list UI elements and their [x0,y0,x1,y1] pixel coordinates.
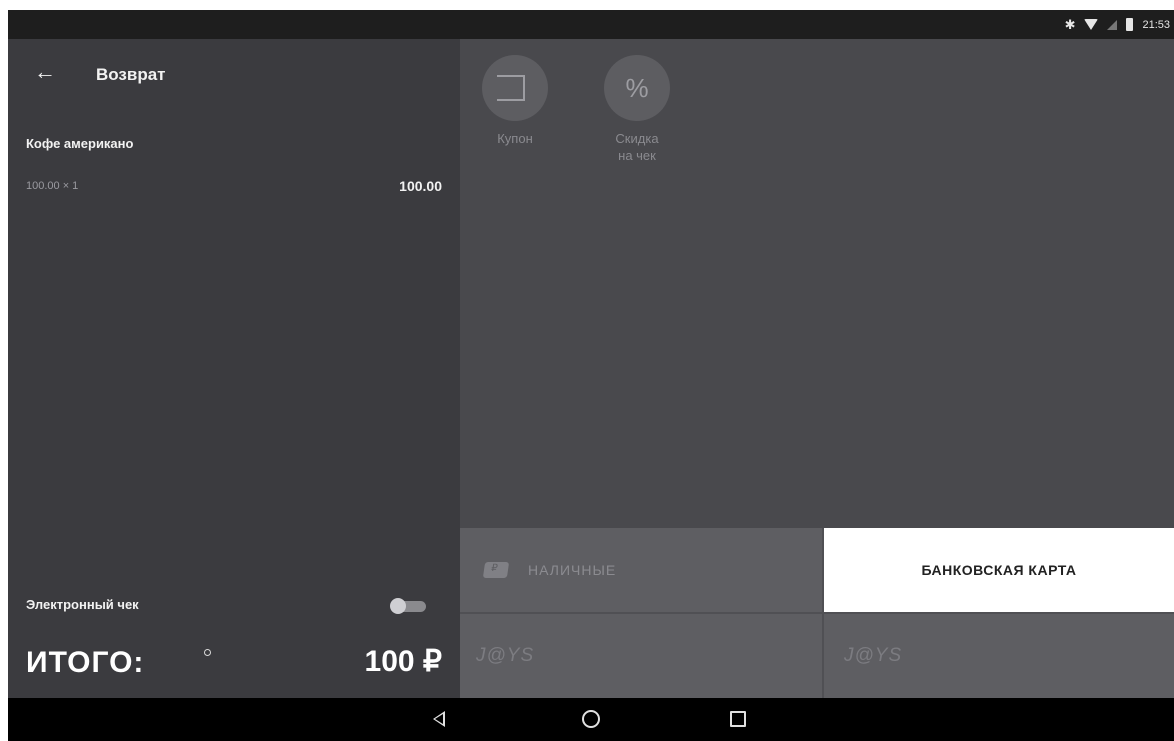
cash-payment-button[interactable]: НАЛИЧНЫЕ [460,528,822,612]
nav-recent-apps-icon[interactable] [730,711,746,727]
coupon-label: Купон [497,131,533,146]
coupon-icon [497,75,525,101]
battery-icon [1126,18,1134,31]
receipt-discount-button[interactable]: % Скидка на чек [604,55,670,164]
cash-label: НАЛИЧНЫЕ [528,562,617,578]
toggle-knob [390,598,406,614]
status-bar: ✱ 21:53 [8,10,1174,39]
discount-label-line-2: на чек [618,148,656,163]
actions-panel: Купон % Скидка на чек [460,39,1174,528]
item-total: 100.00 [399,178,442,194]
coupon-circle [482,55,548,121]
dot-icon [204,649,211,656]
percent-icon: % [625,72,649,103]
status-time: 21:53 [1142,18,1170,31]
bank-card-payment-button[interactable]: БАНКОВСКАЯ КАРТА [824,528,1174,612]
signal-icon [1107,19,1118,30]
cash-icon [482,562,510,578]
discount-label: Скидка на чек [604,130,670,164]
e-receipt-label: Электронный чек [26,597,139,612]
page-title: Возврат [96,65,166,84]
bank-card-label: БАНКОВСКАЯ КАРТА [921,562,1077,578]
total-label: ИТОГО: [26,646,145,679]
receipt-panel: ← Возврат Кофе американо 100.00 × 1 100.… [8,39,460,698]
payment-methods: НАЛИЧНЫЕ БАНКОВСКАЯ КАРТА J@YS J@YS [460,528,1174,698]
item-name: Кофе американо [26,136,134,151]
coupon-button[interactable]: Купон [482,55,548,147]
discount-label-line-1: Скидка [615,131,659,146]
bluetooth-icon: ✱ [1064,16,1076,32]
discount-circle: % [604,55,670,121]
wifi-icon [1084,19,1099,30]
navigation-bar [8,698,1174,741]
nav-back-icon[interactable] [433,711,445,727]
nav-home-icon[interactable] [582,710,600,728]
e-receipt-toggle[interactable] [390,598,428,614]
item-qty-price: 100.00 × 1 [26,180,79,192]
back-arrow-icon[interactable]: ← [34,61,56,83]
joys-payment-button-1[interactable]: J@YS [460,614,822,698]
status-icons: ✱ 21:53 [1065,10,1170,39]
joys-logo-2: J@YS [844,645,903,666]
total-value: 100 ₽ [364,645,442,678]
joys-logo-1: J@YS [476,645,535,666]
joys-payment-button-2[interactable]: J@YS [824,614,1174,698]
